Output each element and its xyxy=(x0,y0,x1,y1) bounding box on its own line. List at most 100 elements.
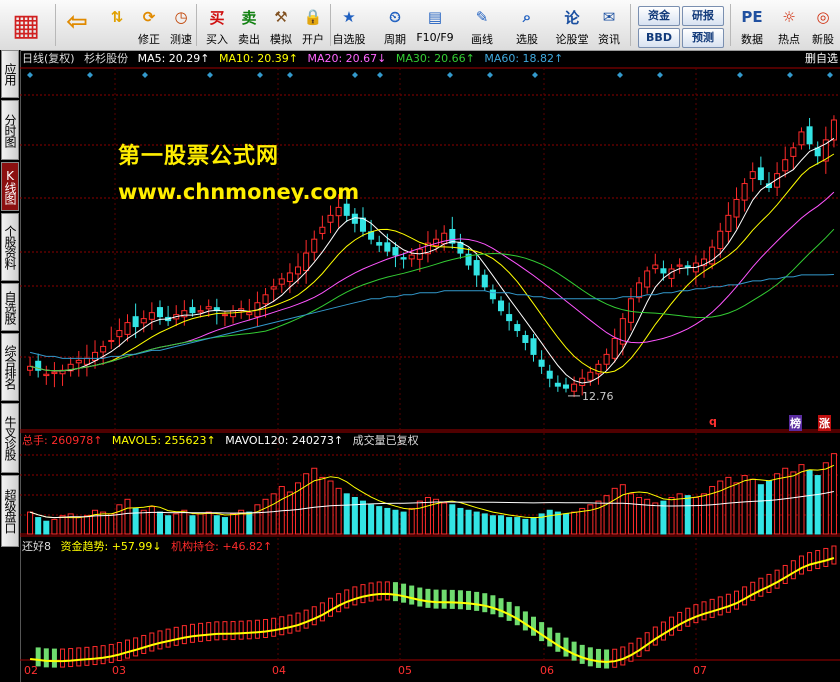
forum-icon: 论 xyxy=(564,8,580,27)
volume-bar-up xyxy=(173,513,180,535)
sell-button[interactable]: 卖卖出 xyxy=(232,2,266,48)
f10-icon: ▤ xyxy=(427,8,443,26)
back-button[interactable]: ⇦ xyxy=(60,2,94,48)
open-button[interactable]: 🔒 开户 xyxy=(296,2,330,48)
candle-down xyxy=(806,126,813,145)
volume-bar-down xyxy=(156,511,163,535)
volume-bar-up xyxy=(579,507,586,535)
open-label: 开户 xyxy=(302,33,324,46)
inst-bar-up xyxy=(725,593,731,613)
volume-bar-up xyxy=(140,509,147,535)
volume-bar-up xyxy=(692,496,699,535)
volume-bar-up xyxy=(587,504,594,535)
candle-down xyxy=(514,324,521,332)
volume-bar-up xyxy=(262,498,269,535)
refresh-circle-icon: ⟳ xyxy=(142,8,156,26)
inst-bar-down xyxy=(392,582,398,602)
inst-bar-up xyxy=(774,569,780,589)
badge-q[interactable]: q xyxy=(709,415,717,428)
inst-bar-up xyxy=(181,625,187,645)
sidebar-tab-4[interactable]: 自选股 xyxy=(1,283,19,331)
inst-bar-up xyxy=(734,590,739,610)
lock-icon: 🔒 xyxy=(303,8,323,26)
home-button[interactable]: ▦ xyxy=(3,2,49,48)
volume-bar-down xyxy=(806,469,813,535)
inst-bar-down xyxy=(547,627,553,647)
pencil-icon: ✎ xyxy=(475,8,489,26)
volume-bar-down xyxy=(132,507,139,535)
buy-button[interactable]: 买买入 xyxy=(200,2,234,48)
volume-bar-up xyxy=(603,495,610,535)
volume-bar-up xyxy=(822,462,829,535)
inst-bar-down xyxy=(409,585,415,605)
buy-label: 买入 xyxy=(206,33,228,46)
inst-bar-up xyxy=(790,560,796,580)
data-button[interactable]: PE 数据 xyxy=(735,2,769,48)
badge-rise[interactable]: 涨 xyxy=(818,415,831,431)
candle-down xyxy=(489,289,496,300)
candle-down xyxy=(384,242,391,252)
up-down-arrows-icon: ⇅ xyxy=(110,8,124,26)
newstock-button[interactable]: ◎ 新股 xyxy=(806,2,840,48)
news-button[interactable]: ✉ 资讯 xyxy=(592,2,626,48)
period-button[interactable]: ⏲ 周期 xyxy=(378,2,412,48)
volume-bar-up xyxy=(303,473,310,535)
watchlist-button[interactable]: ★ 自选股 xyxy=(332,2,366,48)
fund-pill-button[interactable]: 资金 xyxy=(638,6,680,26)
badge-ranking[interactable]: 榜 xyxy=(789,415,802,431)
inst-bar-down xyxy=(555,632,561,652)
sidebar-tab-label: 个股资料 xyxy=(3,225,17,269)
inst-bar-up xyxy=(782,564,788,584)
volume-bar-down xyxy=(757,484,764,535)
sidebar-tab-1[interactable]: 分时图 xyxy=(1,100,19,160)
sidebar-tab-5[interactable]: 综合排名 xyxy=(1,333,19,401)
volume-bar-up xyxy=(205,511,212,535)
inst-bar-up xyxy=(628,642,634,662)
inst-bar-up xyxy=(60,648,66,668)
indicator-name[interactable]: 还好8 xyxy=(22,540,51,553)
candle-down xyxy=(506,314,513,322)
sidebar-tab-2[interactable]: K线图 xyxy=(1,162,19,211)
bbd-pill-button[interactable]: BBD xyxy=(638,28,680,48)
inst-bar-down xyxy=(587,647,593,667)
speed-button[interactable]: ◷ 测速 xyxy=(164,2,198,48)
volume-bar-down xyxy=(449,504,456,535)
sidebar-tab-6[interactable]: 牛叉诊股 xyxy=(1,403,19,473)
inst-bar-up xyxy=(116,642,122,662)
research-pill-button[interactable]: 研报 xyxy=(682,6,724,26)
candle-down xyxy=(554,382,561,387)
signal-diamond xyxy=(447,72,453,78)
forecast-pill-button[interactable]: 预测 xyxy=(682,28,724,48)
sidebar-tab-7[interactable]: 超级盘口 xyxy=(1,475,19,547)
updown-button[interactable]: ⇅ xyxy=(100,2,134,48)
candle-up xyxy=(246,312,253,316)
candle-up xyxy=(140,318,147,324)
select-button[interactable]: ⌕ 选股 xyxy=(510,2,544,48)
volume-bar-down xyxy=(457,507,464,535)
clock-icon: ◷ xyxy=(174,8,188,26)
simulate-button[interactable]: ⚒ 模拟 xyxy=(264,2,298,48)
candle-up xyxy=(798,131,805,146)
f10-button[interactable]: ▤ F10/F9 xyxy=(416,2,453,48)
signal-diamond xyxy=(142,72,148,78)
forum-button[interactable]: 论论股堂 xyxy=(555,2,589,48)
volume-bar-up xyxy=(619,484,626,535)
volume-bar-down xyxy=(384,507,391,535)
period-label: 周期 xyxy=(384,33,406,46)
sidebar-tab-3[interactable]: 个股资料 xyxy=(1,213,19,281)
draw-button[interactable]: ✎ 画线 xyxy=(465,2,499,48)
volume-bar-up xyxy=(270,493,277,535)
volume-bar-up xyxy=(59,515,66,535)
hot-button[interactable]: ☼ 热点 xyxy=(772,2,806,48)
inst-bar-up xyxy=(125,639,130,659)
x-axis-label: 06 xyxy=(540,664,554,677)
data-label: 数据 xyxy=(741,33,763,46)
inst-bar-down xyxy=(490,595,496,615)
sidebar-tab-0[interactable]: 应用 xyxy=(1,50,19,98)
volume-bar-up xyxy=(327,480,334,535)
candle-up xyxy=(335,206,342,217)
fix-button[interactable]: ⟳ 修正 xyxy=(132,2,166,48)
watchlist-label: 自选股 xyxy=(332,33,366,46)
draw-label: 画线 xyxy=(471,33,493,46)
volume-bar-up xyxy=(75,517,82,535)
